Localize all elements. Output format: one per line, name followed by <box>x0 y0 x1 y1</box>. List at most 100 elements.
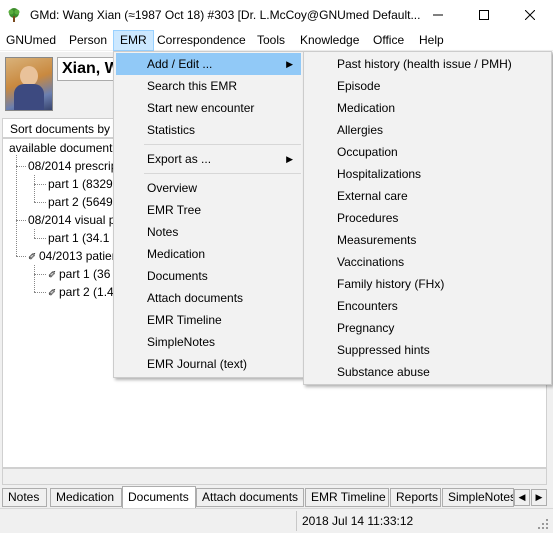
tree-connector <box>16 256 26 257</box>
menu-correspondence[interactable]: Correspondence <box>151 30 252 51</box>
menu-knowledge[interactable]: Knowledge <box>294 30 365 51</box>
menu-item-simplenotes[interactable]: SimpleNotes <box>116 331 301 353</box>
chevron-left-icon: ◀ <box>518 492 526 502</box>
tab-emr-timeline[interactable]: EMR Timeline <box>305 488 389 507</box>
tree-node-part[interactable]: ✐ part 1 (36 <box>48 265 110 283</box>
menu-item-emr-journal[interactable]: EMR Journal (text) <box>116 353 301 375</box>
paperclip-icon: ✐ <box>48 288 57 299</box>
tree-node-part[interactable]: part 1 (34.1 <box>48 229 109 247</box>
tree-connector <box>34 202 46 203</box>
menu-item-medication[interactable]: Medication <box>116 243 301 265</box>
submenu-item-medication[interactable]: Medication <box>306 97 549 119</box>
tree-node-part[interactable]: ✐ part 2 (1.4 <box>48 283 114 301</box>
tab-notes[interactable]: Notes <box>2 488 47 507</box>
submenu-item-encounters[interactable]: Encounters <box>306 295 549 317</box>
menu-item-search-emr[interactable]: Search this EMR <box>116 75 301 97</box>
tab-scroll-left-button[interactable]: ◀ <box>514 489 530 506</box>
submenu-item-vaccinations[interactable]: Vaccinations <box>306 251 549 273</box>
tab-attach-documents[interactable]: Attach documents <box>196 488 304 507</box>
tree-node-document[interactable]: ✐ 04/2013 patien <box>28 247 118 265</box>
close-button[interactable] <box>507 0 553 30</box>
tree-node-label: part 1 (36 <box>59 267 111 281</box>
status-bar <box>0 508 553 533</box>
submenu-item-procedures[interactable]: Procedures <box>306 207 549 229</box>
menu-item-statistics[interactable]: Statistics <box>116 119 301 141</box>
tree-connector <box>34 292 46 293</box>
tree-connector <box>34 274 46 275</box>
gnumed-tree-icon[interactable] <box>6 7 22 23</box>
submenu-item-measurements[interactable]: Measurements <box>306 229 549 251</box>
menu-help[interactable]: Help <box>413 30 450 51</box>
tab-medication[interactable]: Medication <box>50 488 122 507</box>
horizontal-scrollbar[interactable] <box>2 468 547 485</box>
tree-node-part[interactable]: part 1 (8329 <box>48 175 113 193</box>
paperclip-icon: ✐ <box>28 252 37 263</box>
submenu-item-episode[interactable]: Episode <box>306 75 549 97</box>
menu-item-label: Add / Edit ... <box>147 57 213 71</box>
emr-menu: Add / Edit ... ▶ Search this EMR Start n… <box>113 51 304 378</box>
menu-separator <box>144 144 301 145</box>
chevron-right-icon: ▶ <box>286 154 293 164</box>
title-bar: GMd: Wang Xian (≈1987 Oct 18) #303 [Dr. … <box>0 0 553 30</box>
submenu-item-hospitalizations[interactable]: Hospitalizations <box>306 163 549 185</box>
menu-emr[interactable]: EMR <box>113 30 154 51</box>
tree-connector <box>16 155 17 256</box>
tree-connector <box>34 265 35 292</box>
submenu-item-allergies[interactable]: Allergies <box>306 119 549 141</box>
menu-tools[interactable]: Tools <box>251 30 291 51</box>
tree-node-part[interactable]: part 2 (5649 <box>48 193 113 211</box>
submenu-item-past-history[interactable]: Past history (health issue / PMH) <box>306 53 549 75</box>
tree-connector <box>34 175 35 202</box>
menu-item-start-encounter[interactable]: Start new encounter <box>116 97 301 119</box>
paperclip-icon: ✐ <box>48 270 57 281</box>
patient-photo[interactable] <box>5 57 53 111</box>
photo-body <box>14 84 44 110</box>
resize-grip-icon[interactable] <box>536 517 550 531</box>
patient-name[interactable]: Xian, W <box>57 57 117 81</box>
submenu-item-substance-abuse[interactable]: Substance abuse <box>306 361 549 383</box>
menu-item-attach-documents[interactable]: Attach documents <box>116 287 301 309</box>
menu-item-documents[interactable]: Documents <box>116 265 301 287</box>
tab-scroll-right-button[interactable]: ▶ <box>531 489 547 506</box>
window-title: GMd: Wang Xian (≈1987 Oct 18) #303 [Dr. … <box>30 8 420 22</box>
tab-simplenotes[interactable]: SimpleNotes <box>442 488 514 507</box>
submenu-item-occupation[interactable]: Occupation <box>306 141 549 163</box>
sort-documents-label[interactable]: Sort documents by <box>2 118 114 138</box>
menu-gnumed[interactable]: GNUmed <box>0 30 62 51</box>
menu-item-notes[interactable]: Notes <box>116 221 301 243</box>
minimize-button[interactable] <box>415 0 461 30</box>
menu-item-label: Export as ... <box>147 152 212 166</box>
tree-node-document[interactable]: 08/2014 prescrip <box>28 157 117 175</box>
status-separator <box>296 511 297 531</box>
tab-documents[interactable]: Documents <box>122 486 196 508</box>
tree-connector <box>16 220 26 221</box>
tree-connector <box>34 238 46 239</box>
menu-bar: GNUmed Person EMR Correspondence Tools K… <box>0 30 553 51</box>
menu-item-export-as[interactable]: Export as ... ▶ <box>116 148 301 170</box>
tree-connector <box>34 184 46 185</box>
menu-item-overview[interactable]: Overview <box>116 177 301 199</box>
tree-connector <box>16 166 26 167</box>
submenu-item-external-care[interactable]: External care <box>306 185 549 207</box>
tree-root[interactable]: available document <box>9 139 112 157</box>
tree-node-document[interactable]: 08/2014 visual p <box>28 211 115 229</box>
menu-person[interactable]: Person <box>63 30 113 51</box>
menu-separator <box>144 173 301 174</box>
submenu-item-pregnancy[interactable]: Pregnancy <box>306 317 549 339</box>
submenu-item-suppressed-hints[interactable]: Suppressed hints <box>306 339 549 361</box>
close-icon <box>525 10 535 20</box>
chevron-right-icon: ▶ <box>286 59 293 69</box>
menu-item-emr-tree[interactable]: EMR Tree <box>116 199 301 221</box>
minimize-icon <box>433 14 443 16</box>
tab-reports[interactable]: Reports <box>390 488 441 507</box>
maximize-icon <box>479 10 489 20</box>
tree-node-label: part 2 (1.4 <box>59 285 114 299</box>
maximize-button[interactable] <box>461 0 507 30</box>
menu-office[interactable]: Office <box>367 30 410 51</box>
menu-item-add-edit[interactable]: Add / Edit ... ▶ <box>116 53 301 75</box>
submenu-item-family-history[interactable]: Family history (FHx) <box>306 273 549 295</box>
add-edit-submenu: Past history (health issue / PMH) Episod… <box>303 51 552 385</box>
menu-item-emr-timeline[interactable]: EMR Timeline <box>116 309 301 331</box>
tree-node-label: 04/2013 patien <box>39 249 119 263</box>
tree-connector <box>34 229 35 238</box>
